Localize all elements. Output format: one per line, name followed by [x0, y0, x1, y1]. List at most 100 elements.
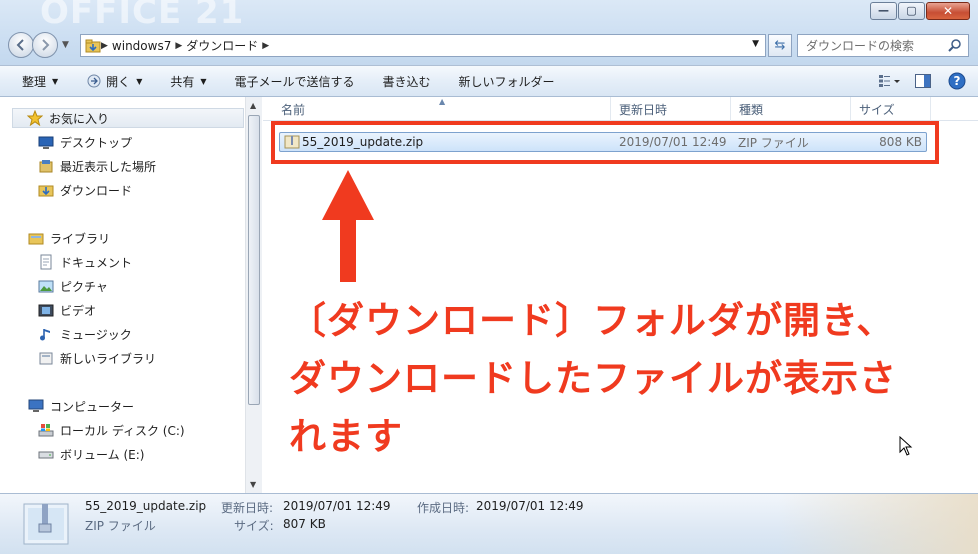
email-button[interactable]: 電子メールで送信する	[235, 73, 355, 90]
nav-documents-label: ドキュメント	[60, 255, 133, 270]
nav-recent-places[interactable]: 最近表示した場所	[38, 156, 156, 176]
breadcrumb-windows7[interactable]: windows7	[112, 39, 171, 53]
music-icon	[38, 326, 54, 342]
forward-button[interactable]	[32, 32, 58, 58]
folder-download-icon	[85, 39, 101, 52]
nav-videos-label: ビデオ	[60, 303, 97, 318]
nav-pictures[interactable]: ピクチャ	[38, 276, 108, 296]
nav-computer[interactable]: コンピューター	[28, 396, 134, 416]
column-modified-label: 更新日時	[619, 103, 668, 117]
email-label: 電子メールで送信する	[234, 74, 355, 89]
preview-pane-icon	[915, 74, 931, 88]
scroll-up-icon[interactable]: ▲	[250, 101, 256, 110]
nav-pictures-label: ピクチャ	[60, 279, 108, 294]
nav-favorites[interactable]: お気に入り	[12, 108, 244, 128]
recent-pages-dropdown[interactable]: ▼	[62, 40, 69, 50]
search-icon[interactable]	[948, 38, 962, 52]
title-bar: OFFICE 21 — ▢ ✕ ▼ ▶ windows7 ▶ ダウンロード ▶ …	[0, 0, 978, 66]
nav-new-library[interactable]: 新しいライブラリ	[38, 348, 156, 368]
star-icon	[26, 109, 44, 127]
pictures-icon	[38, 278, 54, 294]
computer-icon	[28, 398, 44, 414]
new-library-icon	[38, 350, 54, 366]
nav-videos[interactable]: ビデオ	[38, 300, 96, 320]
organize-button[interactable]: 整理 ▼	[22, 73, 58, 90]
open-label: 開く	[106, 74, 131, 89]
column-name[interactable]: 名前	[263, 97, 611, 121]
nav-music[interactable]: ミュージック	[38, 324, 132, 344]
documents-icon	[38, 254, 54, 270]
annotation-line-3: れます	[289, 415, 403, 458]
breadcrumb-separator[interactable]: ▶	[175, 41, 182, 51]
search-placeholder: ダウンロードの検索	[806, 39, 915, 53]
videos-icon	[38, 302, 54, 318]
column-header: 名前 更新日時 種類 サイズ	[263, 97, 978, 121]
burn-button[interactable]: 書き込む	[383, 73, 431, 90]
nav-downloads-label: ダウンロード	[60, 183, 133, 198]
address-bar[interactable]: ▶ windows7 ▶ ダウンロード ▶ ▼	[80, 34, 766, 57]
command-bar: 整理 ▼ 開く ▼ 共有 ▼ 電子メールで送信する 書き込む 新しいフォルダー ?	[0, 66, 978, 97]
open-button[interactable]: 開く ▼	[86, 73, 142, 90]
view-list-icon	[879, 75, 900, 87]
details-pane: 55_2019_update.zip ZIP ファイル 更新日時: 2019/0…	[0, 493, 978, 554]
nav-documents[interactable]: ドキュメント	[38, 252, 132, 272]
breadcrumb-separator[interactable]: ▶	[262, 41, 269, 51]
open-with-icon	[87, 74, 101, 88]
column-type[interactable]: 種類	[731, 97, 851, 121]
nav-local-disk-c[interactable]: ローカル ディスク (C:)	[38, 420, 185, 440]
watermark-logo: OFFICE 21	[40, 0, 245, 32]
close-icon: ✕	[942, 4, 954, 18]
address-dropdown-icon[interactable]: ▼	[752, 39, 759, 49]
window-controls: — ▢ ✕	[869, 2, 970, 20]
back-button[interactable]	[8, 32, 34, 58]
nav-music-label: ミュージック	[60, 327, 132, 342]
breadcrumb-downloads[interactable]: ダウンロード	[186, 37, 258, 54]
column-size-label: サイズ	[859, 103, 895, 117]
details-file-name: 55_2019_update.zip	[85, 499, 207, 513]
sort-ascending-icon: ▲	[439, 97, 446, 106]
new-folder-label: 新しいフォルダー	[458, 74, 555, 89]
nav-downloads[interactable]: ダウンロード	[38, 180, 132, 200]
column-size[interactable]: サイズ	[851, 97, 931, 121]
nav-favorites-label: お気に入り	[49, 111, 110, 126]
desktop-icon	[38, 134, 54, 150]
nav-libraries[interactable]: ライブラリ	[28, 228, 110, 248]
close-button[interactable]: ✕	[926, 2, 970, 20]
maximize-button[interactable]: ▢	[898, 2, 925, 20]
change-view-button[interactable]	[878, 70, 900, 92]
recent-places-icon	[38, 158, 54, 174]
nav-volume-e[interactable]: ボリューム (E:)	[38, 444, 144, 464]
nav-desktop[interactable]: デスクトップ	[38, 132, 132, 152]
help-icon: ?	[948, 72, 966, 90]
details-created-value: 2019/07/01 12:49	[476, 499, 584, 513]
scroll-down-icon[interactable]: ▼	[250, 480, 256, 489]
breadcrumb-separator[interactable]: ▶	[101, 41, 108, 51]
navigation-scrollbar[interactable]: ▲ ▼	[245, 97, 262, 493]
new-folder-button[interactable]: 新しいフォルダー	[459, 73, 555, 90]
organize-label: 整理	[22, 74, 47, 89]
nav-libraries-label: ライブラリ	[50, 231, 111, 246]
details-modified-value: 2019/07/01 12:49	[283, 499, 391, 513]
details-created-label: 作成日時:	[417, 501, 470, 515]
mouse-cursor-icon	[899, 436, 913, 456]
help-button[interactable]: ?	[946, 70, 968, 92]
preview-pane-button[interactable]	[912, 70, 934, 92]
column-type-label: 種類	[739, 103, 764, 117]
view-controls: ?	[866, 70, 968, 92]
navigation-pane: お気に入り デスクトップ 最近表示した場所 ダウンロード ライブラリ ドキュメン…	[0, 97, 262, 493]
refresh-button[interactable]: ⇆	[768, 34, 792, 57]
burn-label: 書き込む	[382, 74, 431, 89]
svg-text:?: ?	[954, 74, 961, 88]
minimize-button[interactable]: —	[870, 2, 897, 20]
share-button[interactable]: 共有 ▼	[170, 73, 206, 90]
scrollbar-thumb[interactable]	[248, 115, 260, 405]
annotation-line-2: ダウンロードしたファイルが表示さ	[289, 357, 897, 400]
libraries-icon	[28, 230, 44, 246]
system-drive-icon	[38, 422, 54, 438]
maximize-icon: ▢	[906, 4, 917, 17]
decorative-background	[778, 494, 978, 554]
search-input[interactable]: ダウンロードの検索	[797, 34, 969, 57]
nav-local-disk-label: ローカル ディスク (C:)	[60, 423, 185, 438]
back-arrow-icon	[16, 39, 24, 51]
column-modified[interactable]: 更新日時	[611, 97, 731, 121]
